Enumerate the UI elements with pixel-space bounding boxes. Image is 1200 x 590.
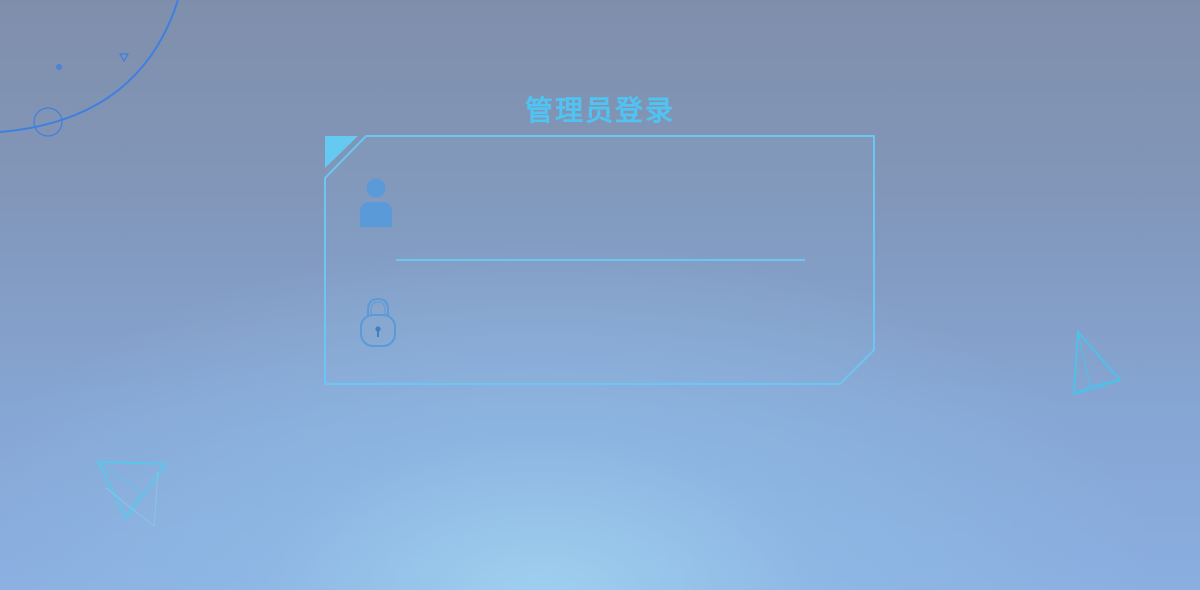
dot-decoration xyxy=(56,64,62,70)
paper-plane-left-decoration xyxy=(96,460,168,528)
lock-icon xyxy=(360,297,396,347)
small-triangle-decoration xyxy=(118,53,130,63)
password-field-row xyxy=(355,292,815,352)
username-input[interactable] xyxy=(405,184,809,220)
password-input[interactable] xyxy=(405,304,809,340)
username-field-row xyxy=(355,172,815,232)
user-icon xyxy=(360,178,392,227)
login-title: 管理员登录 xyxy=(524,93,675,127)
username-underline xyxy=(396,259,805,261)
paper-plane-right-decoration xyxy=(1072,329,1122,396)
panel-corner-accent xyxy=(325,136,358,168)
